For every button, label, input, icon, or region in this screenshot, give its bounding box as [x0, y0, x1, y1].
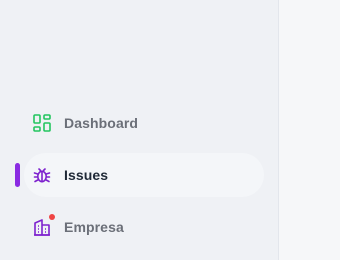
sidebar: Dashboard Issues Empresa: [0, 0, 279, 260]
building-icon: [32, 214, 55, 237]
dashboard-grid-icon: [32, 113, 52, 133]
sidebar-item-dashboard[interactable]: Dashboard: [24, 101, 264, 145]
notification-dot: [49, 214, 55, 220]
sidebar-item-label: Issues: [64, 167, 109, 183]
app-frame: Dashboard Issues Empresa: [0, 0, 340, 260]
sidebar-item-issues[interactable]: Issues: [24, 153, 264, 197]
sidebar-item-label: Dashboard: [64, 115, 139, 131]
active-indicator: [15, 163, 20, 187]
bug-icon: [32, 165, 52, 185]
sidebar-item-empresa[interactable]: Empresa: [24, 205, 264, 249]
sidebar-item-label: Empresa: [64, 219, 124, 235]
main-content: [280, 0, 340, 260]
